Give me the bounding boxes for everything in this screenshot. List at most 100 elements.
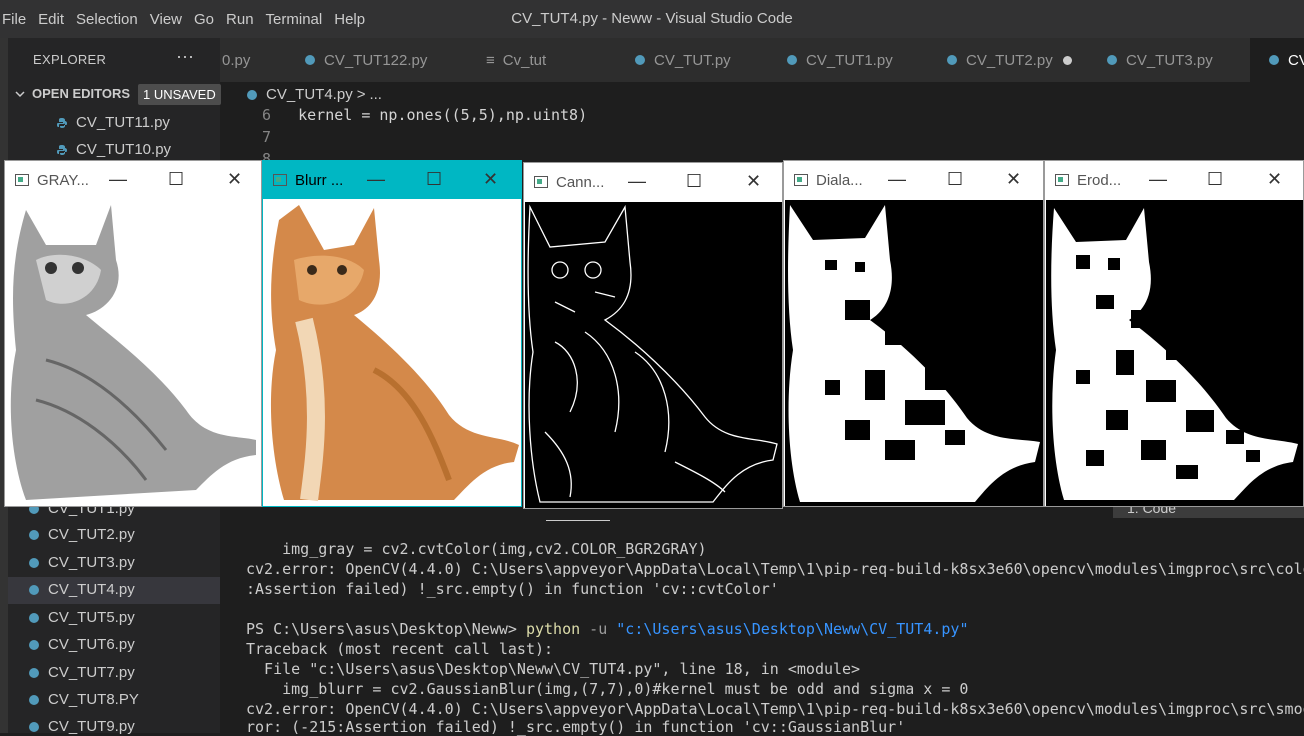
file-label: CV_TUT4.py: [48, 581, 135, 598]
close-icon[interactable]: ✕: [483, 169, 498, 190]
tab-cv-tut4-active[interactable]: CV: [1250, 38, 1304, 82]
minimize-icon[interactable]: —: [888, 169, 906, 190]
python-file-icon: [56, 144, 68, 156]
tab-cv-tut3[interactable]: CV_TUT3.py: [1090, 38, 1265, 82]
open-editors-header[interactable]: OPEN EDITORS: [14, 86, 130, 101]
terminal-line: File "c:\Users\asus\Desktop\Neww\CV_TUT4…: [246, 660, 861, 678]
cv-window-canny[interactable]: Cann... — ☐ ✕: [523, 162, 783, 509]
terminal-line: cv2.error: OpenCV(4.4.0) C:\Users\appvey…: [246, 560, 1304, 578]
window-titlebar[interactable]: GRAY... — ☐ ✕: [5, 161, 261, 199]
app-icon: [794, 174, 808, 186]
unsaved-dot-icon[interactable]: [1062, 55, 1072, 65]
maximize-icon[interactable]: ☐: [1207, 169, 1223, 190]
file-label: CV_TUT7.py: [48, 664, 135, 681]
tab-cv-tut1[interactable]: CV_TUT1.py: [770, 38, 945, 82]
app-icon: [15, 174, 29, 186]
explorer-more-button[interactable]: ···: [176, 46, 194, 67]
minimize-icon[interactable]: —: [367, 169, 385, 190]
file-label: CV_TUT11.py: [76, 114, 170, 131]
unsaved-badge: 1 UNSAVED: [138, 84, 221, 105]
cv-window-eroded[interactable]: Erod... — ☐ ✕: [1044, 160, 1304, 507]
cv-window-blurr[interactable]: Blurr ... — ☐ ✕: [262, 160, 522, 507]
tab-label: CV_TUT3.py: [1126, 51, 1213, 69]
python-file-icon: [634, 54, 646, 66]
python-file-icon: [304, 54, 316, 66]
close-icon[interactable]: ✕: [746, 171, 761, 192]
close-icon[interactable]: ✕: [1267, 169, 1282, 190]
app-icon: [534, 176, 548, 188]
file-label: CV_TUT3.py: [48, 554, 135, 571]
maximize-icon[interactable]: ☐: [686, 171, 702, 192]
gray-cat-image: [6, 200, 261, 506]
file-item-selected[interactable]: CV_TUT4.py: [28, 581, 135, 598]
window-titlebar[interactable]: Diala... — ☐ ✕: [784, 161, 1043, 199]
window-title-label: Diala...: [816, 171, 863, 189]
file-label: CV_TUT8.PY: [48, 691, 139, 708]
breadcrumb-sep: >: [356, 86, 366, 103]
cv-window-dialation[interactable]: Diala... — ☐ ✕: [783, 160, 1044, 507]
text-file-icon: ≡: [486, 51, 495, 69]
file-item[interactable]: CV_TUT6.py: [28, 636, 135, 653]
title-bar: File Edit Selection View Go Run Terminal…: [0, 0, 1304, 38]
eroded-image: [1046, 200, 1303, 506]
tab-0py[interactable]: 0.py: [220, 38, 289, 82]
breadcrumb[interactable]: CV_TUT4.py > ...: [246, 86, 382, 103]
minimize-icon[interactable]: —: [628, 171, 646, 192]
open-editor-item[interactable]: CV_TUT10.py: [56, 141, 171, 158]
file-item[interactable]: CV_TUT3.py: [28, 554, 135, 571]
tab-cv-tut122[interactable]: CV_TUT122.py: [288, 38, 479, 82]
tab-label: CV_TUT2.py: [966, 51, 1053, 69]
maximize-icon[interactable]: ☐: [168, 169, 184, 190]
file-label: CV_TUT10.py: [76, 141, 172, 158]
explorer-title: EXPLORER: [33, 52, 107, 67]
tab-cv-tut2[interactable]: CV_TUT2.py: [930, 38, 1105, 82]
minimize-icon[interactable]: —: [109, 169, 127, 190]
breadcrumb-file[interactable]: CV_TUT4.py: [266, 86, 353, 103]
window-title-label: Cann...: [556, 173, 605, 191]
command: python: [525, 620, 581, 638]
file-item[interactable]: CV_TUT7.py: [28, 664, 135, 681]
file-label: CV_TUT9.py: [48, 718, 135, 735]
python-file-icon: [28, 721, 40, 733]
python-file-icon: [28, 694, 40, 706]
terminal-line: ror: (-215:Assertion failed) !_src.empty…: [246, 718, 906, 736]
file-item[interactable]: CV_TUT5.py: [28, 609, 135, 626]
file-label: CV_TUT2.py: [48, 526, 135, 543]
terminal-line: cv2.error: OpenCV(4.4.0) C:\Users\appvey…: [246, 700, 1304, 718]
python-file-icon: [1268, 54, 1280, 66]
maximize-icon[interactable]: ☐: [426, 169, 442, 190]
command-path: "c:\Users\asus\Desktop\Neww\CV_TUT4.py": [616, 620, 969, 638]
open-editor-item[interactable]: CV_TUT11.py: [56, 114, 170, 131]
tab-cv-tut-py[interactable]: CV_TUT.py: [618, 38, 785, 82]
tab-label: CV: [1288, 51, 1304, 69]
window-titlebar[interactable]: Cann... — ☐ ✕: [524, 163, 782, 201]
chevron-down-icon: [15, 90, 25, 97]
cv-window-gray[interactable]: GRAY... — ☐ ✕: [4, 160, 262, 507]
canny-edges-image: [525, 202, 782, 508]
window-titlebar[interactable]: Blurr ... — ☐ ✕: [263, 161, 521, 199]
tab-label: CV_TUT1.py: [806, 51, 893, 69]
file-item[interactable]: CV_TUT8.PY: [28, 691, 139, 708]
close-icon[interactable]: ✕: [227, 169, 242, 190]
window-title: CV_TUT4.py - Neww - Visual Studio Code: [511, 10, 793, 27]
window-titlebar[interactable]: Erod... — ☐ ✕: [1045, 161, 1303, 199]
prompt: PS C:\Users\asus\Desktop\Neww>: [246, 620, 526, 638]
file-label: CV_TUT5.py: [48, 609, 135, 626]
maximize-icon[interactable]: ☐: [947, 169, 963, 190]
terminal-prompt-line: PS C:\Users\asus\Desktop\Neww> python -u…: [246, 620, 968, 638]
terminal-line: img_gray = cv2.cvtColor(img,cv2.COLOR_BG…: [246, 540, 707, 558]
file-item[interactable]: CV_TUT2.py: [28, 526, 135, 543]
tab-label: 0.py: [222, 51, 251, 69]
close-icon[interactable]: ✕: [1006, 169, 1021, 190]
window-title-label: Blurr ...: [295, 171, 344, 189]
code-line[interactable]: 7: [262, 128, 271, 146]
breadcrumb-more[interactable]: ...: [369, 86, 382, 103]
python-file-icon: [946, 54, 958, 66]
blurred-cat-image: [264, 200, 521, 506]
python-file-icon: [28, 529, 40, 541]
terminal-line: :Assertion failed) !_src.empty() in func…: [246, 580, 779, 598]
tab-cv-tut[interactable]: ≡ Cv_tut: [464, 38, 631, 82]
code-line[interactable]: 6 kernel = np.ones((5,5),np.uint8): [262, 106, 587, 124]
minimize-icon[interactable]: —: [1149, 169, 1167, 190]
file-item[interactable]: CV_TUT9.py: [28, 718, 135, 735]
